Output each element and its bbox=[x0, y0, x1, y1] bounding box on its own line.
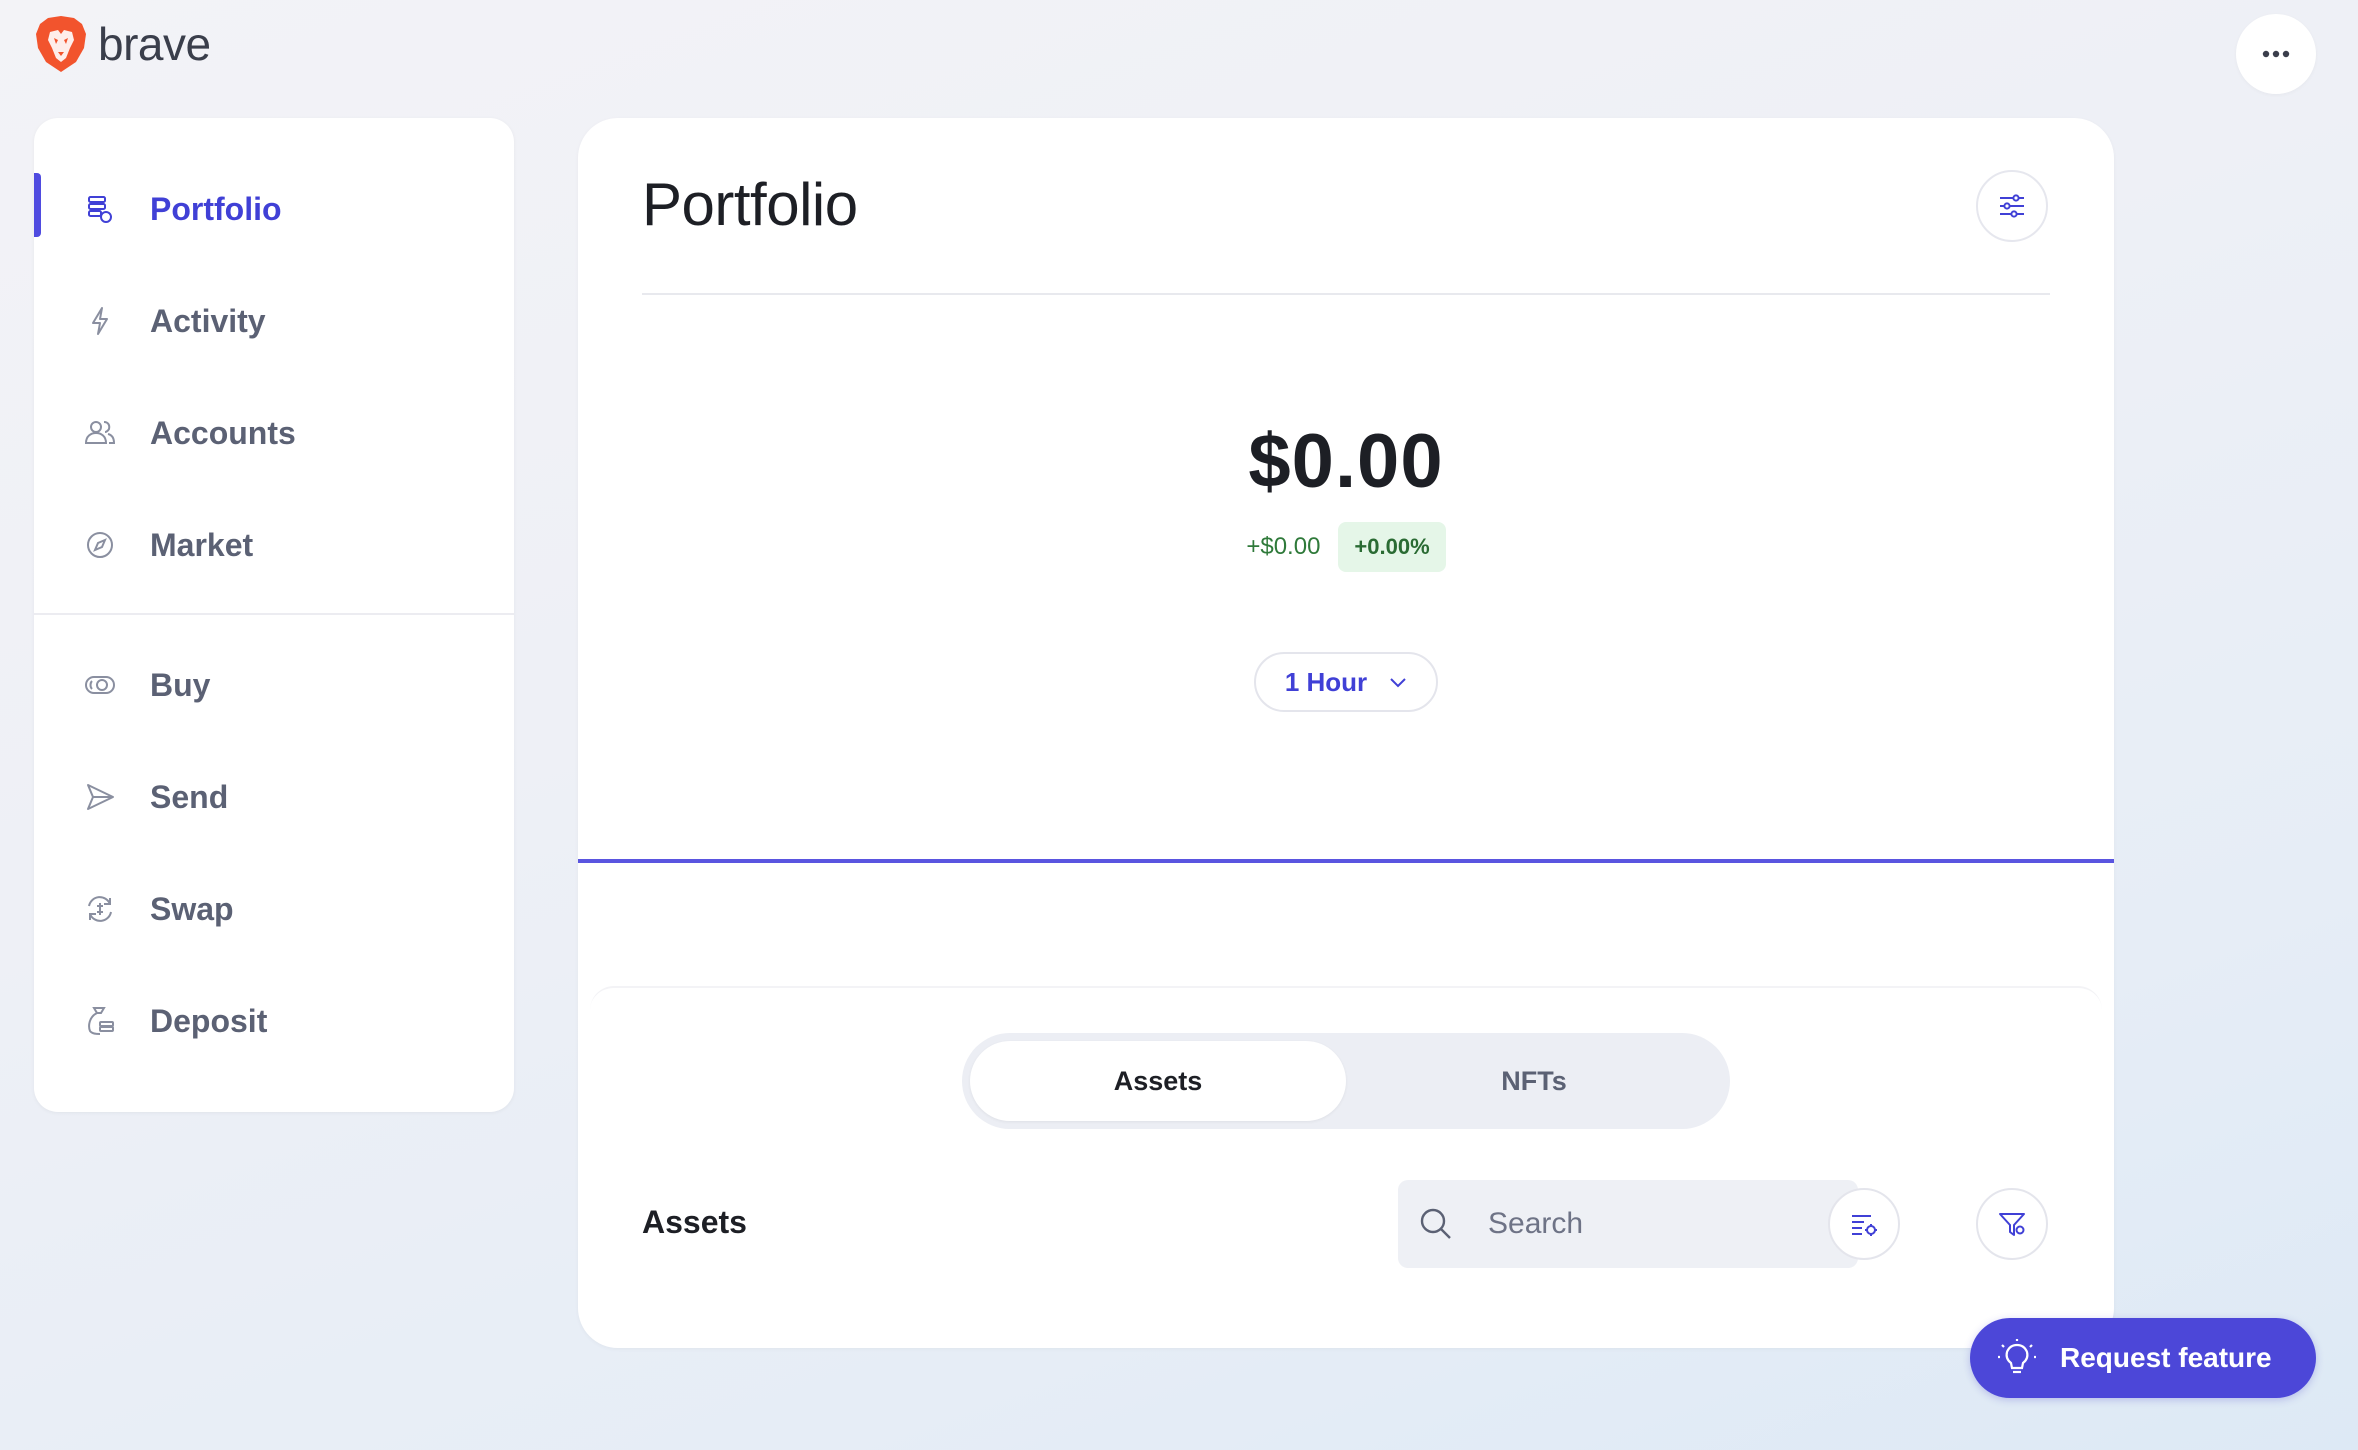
brand-name: brave bbox=[98, 18, 211, 70]
search-field[interactable] bbox=[1398, 1180, 1858, 1268]
search-icon bbox=[1420, 1208, 1451, 1239]
deposit-icon bbox=[80, 1001, 120, 1041]
sidebar-item-portfolio[interactable]: Portfolio bbox=[34, 171, 514, 247]
top-bar: brave bbox=[0, 0, 2358, 100]
portfolio-balance: $0.00 bbox=[1248, 419, 1444, 504]
change-amount: +$0.00 bbox=[1246, 533, 1321, 560]
sidebar-item-label: Deposit bbox=[150, 1002, 268, 1039]
list-settings-icon bbox=[1852, 1215, 1877, 1236]
brave-logo[interactable]: brave bbox=[34, 14, 211, 74]
timeframe-label: 1 Hour bbox=[1284, 666, 1368, 697]
lightbulb-icon bbox=[1998, 1339, 2036, 1374]
timeframe-dropdown[interactable]: 1 Hour bbox=[1254, 652, 1438, 712]
sidebar-item-activity[interactable]: Activity bbox=[34, 283, 514, 359]
sidebar-nav: Portfolio Activity Accounts Market Buy S… bbox=[34, 118, 514, 1112]
request-feature-button[interactable]: Request feature bbox=[1970, 1318, 2316, 1398]
compass-icon bbox=[80, 525, 120, 565]
page-title: Portfolio bbox=[642, 171, 858, 238]
sliders-icon bbox=[2000, 194, 2024, 218]
asset-filter-settings-button[interactable] bbox=[1828, 1188, 1900, 1260]
users-icon bbox=[80, 413, 120, 453]
sidebar-item-accounts[interactable]: Accounts bbox=[34, 395, 514, 471]
sidebar-item-buy[interactable]: Buy bbox=[34, 647, 514, 723]
send-icon bbox=[80, 777, 120, 817]
brave-lion-icon bbox=[36, 16, 86, 72]
assets-heading: Assets bbox=[642, 1204, 747, 1240]
tab-assets[interactable]: Assets bbox=[970, 1041, 1346, 1121]
chevron-down-icon bbox=[1390, 678, 1406, 688]
sidebar-item-label: Market bbox=[150, 526, 254, 563]
portfolio-icon bbox=[80, 189, 120, 229]
portfolio-settings-button[interactable] bbox=[1976, 170, 2048, 242]
request-feature-label: Request feature bbox=[2060, 1342, 2272, 1373]
sidebar-item-label: Portfolio bbox=[150, 190, 282, 227]
sidebar-item-market[interactable]: Market bbox=[34, 507, 514, 583]
swap-icon bbox=[80, 889, 120, 929]
lightning-icon bbox=[80, 301, 120, 341]
sidebar-item-label: Activity bbox=[150, 302, 266, 339]
sidebar-item-label: Buy bbox=[150, 666, 211, 703]
balance-change: +$0.00 +0.00% bbox=[578, 522, 2114, 572]
header-divider bbox=[642, 293, 2050, 295]
sidebar-item-deposit[interactable]: Deposit bbox=[34, 983, 514, 1059]
sidebar-item-label: Accounts bbox=[150, 414, 296, 451]
search-input[interactable] bbox=[1488, 1180, 1838, 1268]
sidebar-item-label: Swap bbox=[150, 890, 234, 927]
more-options-button[interactable] bbox=[2236, 14, 2316, 94]
asset-type-tabs: Assets NFTs bbox=[962, 1033, 1730, 1129]
sidebar-divider bbox=[34, 613, 514, 615]
sidebar-item-swap[interactable]: Swap bbox=[34, 871, 514, 947]
filter-settings-icon bbox=[1999, 1213, 2025, 1236]
more-horizontal-icon bbox=[2262, 50, 2290, 58]
tab-nfts[interactable]: NFTs bbox=[1346, 1041, 1722, 1121]
change-percent-badge: +0.00% bbox=[1338, 522, 1446, 572]
cash-icon bbox=[80, 665, 120, 705]
network-filter-button[interactable] bbox=[1976, 1188, 2048, 1260]
sidebar-item-send[interactable]: Send bbox=[34, 759, 514, 835]
portfolio-panel: Portfolio $0.00 +$0.00 +0.00% 1 Hour Ass… bbox=[578, 118, 2114, 1348]
portfolio-chart-line bbox=[578, 859, 2114, 863]
sidebar-item-label: Send bbox=[150, 778, 229, 815]
